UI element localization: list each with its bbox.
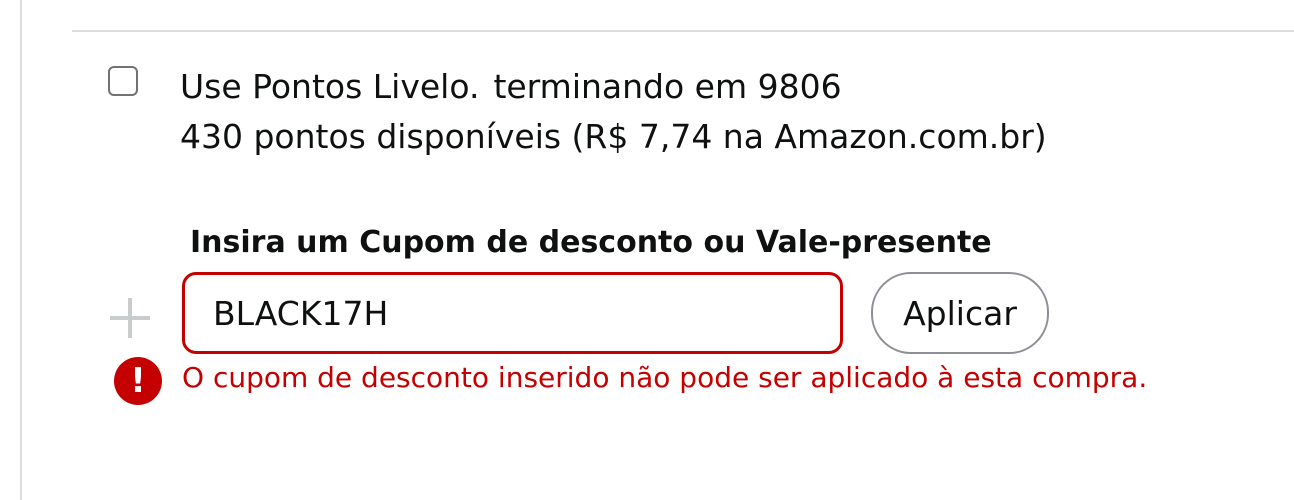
points-available-text: 430 pontos disponíveis (R$ 7,74 na Amazo… <box>180 117 1047 156</box>
points-option-label: Use Pontos Livelo. terminando em 9806 <box>180 66 842 108</box>
coupon-error-message: O cupom de desconto inserido não pode se… <box>182 361 1148 394</box>
points-program-name: Use Pontos Livelo. <box>180 67 480 106</box>
plus-icon <box>110 298 150 338</box>
points-card-ending: terminando em 9806 <box>493 67 842 106</box>
section-divider <box>72 30 1294 32</box>
left-border <box>20 0 22 500</box>
apply-coupon-button[interactable]: Aplicar <box>871 272 1049 354</box>
coupon-code-input[interactable] <box>182 272 843 354</box>
heading-fragment <box>288 0 368 6</box>
exclamation-circle-icon: ! <box>114 357 162 405</box>
use-points-checkbox[interactable] <box>108 66 138 96</box>
coupon-section-label: Insira um Cupom de desconto ou Vale-pres… <box>190 225 992 260</box>
